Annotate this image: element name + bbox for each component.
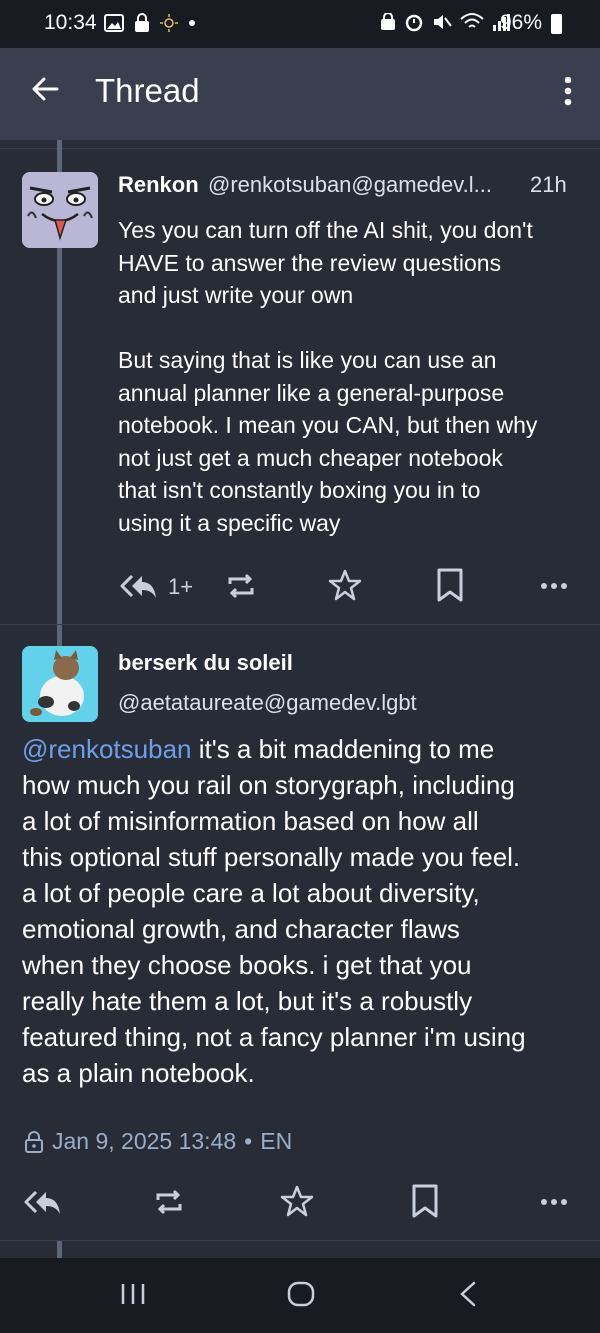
more-icon[interactable]: [540, 1198, 568, 1206]
content-line: and just write your own: [118, 282, 354, 308]
lock-icon: [135, 13, 149, 32]
post-content: @renkotsuban it's a bit maddening to me …: [22, 731, 582, 1091]
reply-all-icon[interactable]: [118, 572, 158, 600]
recent-apps-icon[interactable]: [118, 1280, 148, 1308]
thread-line-bottom: [57, 1241, 62, 1258]
system-back-icon[interactable]: [456, 1280, 480, 1308]
thread-line-top: [57, 140, 62, 174]
content-line: that isn't constantly boxing you in to: [118, 477, 481, 503]
battery-percent: 96%: [499, 11, 542, 34]
status-icons-right: [380, 12, 510, 32]
dot-icon: [189, 20, 195, 26]
post-language: EN: [260, 1128, 293, 1154]
battery-icon: [551, 14, 562, 34]
content-line: not just get a much cheaper notebook: [118, 444, 503, 471]
avatar-renkon[interactable]: [22, 172, 98, 248]
lock-icon: [25, 1130, 43, 1153]
divider: [0, 1240, 600, 1241]
content-line: when they choose books. i get that you: [22, 950, 472, 980]
boost-icon[interactable]: [225, 570, 257, 602]
mention-link[interactable]: @renkotsuban: [22, 734, 192, 764]
divider: [0, 148, 600, 149]
more-options-icon[interactable]: [564, 76, 572, 106]
status-icons-left: [104, 13, 196, 33]
status-time: 10:34: [44, 11, 97, 34]
image-icon: [104, 14, 124, 32]
alarm-icon: [405, 14, 423, 32]
bookmark-icon[interactable]: [411, 1184, 439, 1218]
content-line: emotional growth, and character flaws: [22, 914, 460, 944]
avatar-image: [22, 646, 98, 722]
content-line: HAVE to answer the review questions: [118, 249, 502, 276]
content-line: how much you rail on storygraph, includi…: [22, 770, 515, 800]
post-author-name[interactable]: berserk du soleil: [118, 650, 293, 676]
status-bar: 10:34 96%: [0, 0, 600, 48]
post-author-handle[interactable]: @aetataureate@gamedev.lgbt: [118, 690, 417, 716]
divider: [0, 624, 600, 625]
post-author-handle[interactable]: @renkotsuban@gamedev.l...: [208, 172, 492, 198]
content-line: as a plain notebook.: [22, 1058, 255, 1088]
favourite-star-icon[interactable]: [328, 568, 362, 602]
avatar-berserk[interactable]: [22, 646, 98, 722]
content-line: featured thing, not a fancy planner i'm …: [22, 1022, 526, 1052]
content-line: annual planner like a general-purpose: [118, 379, 505, 406]
back-arrow-icon[interactable]: [30, 74, 60, 104]
reply-count: 1+: [168, 574, 194, 599]
favourite-star-icon[interactable]: [280, 1184, 314, 1218]
system-nav-bar: [0, 1258, 600, 1333]
content-line: notebook. I mean you CAN, but then why: [118, 412, 538, 438]
wifi-icon: [460, 13, 484, 28]
bookmark-icon[interactable]: [436, 568, 464, 602]
content-line: a lot of people care a lot about diversi…: [22, 878, 480, 908]
content-line: this optional stuff personally made you …: [22, 842, 521, 872]
page-title: Thread: [95, 72, 200, 109]
separator-dot: •: [244, 1128, 253, 1154]
reply-all-icon[interactable]: [22, 1188, 62, 1216]
thread-line-middle: [57, 248, 62, 648]
mute-icon: [434, 15, 452, 29]
content-line: a lot of misinformation based on how all: [22, 806, 479, 836]
content-line: Yes you can turn off the AI shit, you do…: [118, 217, 533, 243]
post-time[interactable]: 21h: [530, 172, 567, 198]
post-content: Yes you can turn off the AI shit, you do…: [118, 214, 588, 539]
vpn-icon: [381, 13, 395, 30]
sun-icon: [160, 14, 178, 32]
content-line: using it a specific way: [118, 509, 341, 536]
avatar-image: [22, 172, 98, 248]
app-bar: Thread: [0, 48, 600, 140]
home-icon[interactable]: [286, 1280, 316, 1308]
content-line: it's a bit maddening to me: [191, 734, 495, 764]
boost-icon[interactable]: [153, 1186, 185, 1218]
more-icon[interactable]: [540, 582, 568, 590]
content-line: really hate them a lot, but it's a robus…: [22, 986, 473, 1016]
content-line: But saying that is like you can use an: [118, 347, 497, 373]
post-author-name[interactable]: Renkon: [118, 172, 199, 198]
post-date[interactable]: Jan 9, 2025 13:48: [52, 1128, 236, 1155]
post-meta: Jan 9, 2025 13:48 • EN: [24, 1128, 292, 1155]
